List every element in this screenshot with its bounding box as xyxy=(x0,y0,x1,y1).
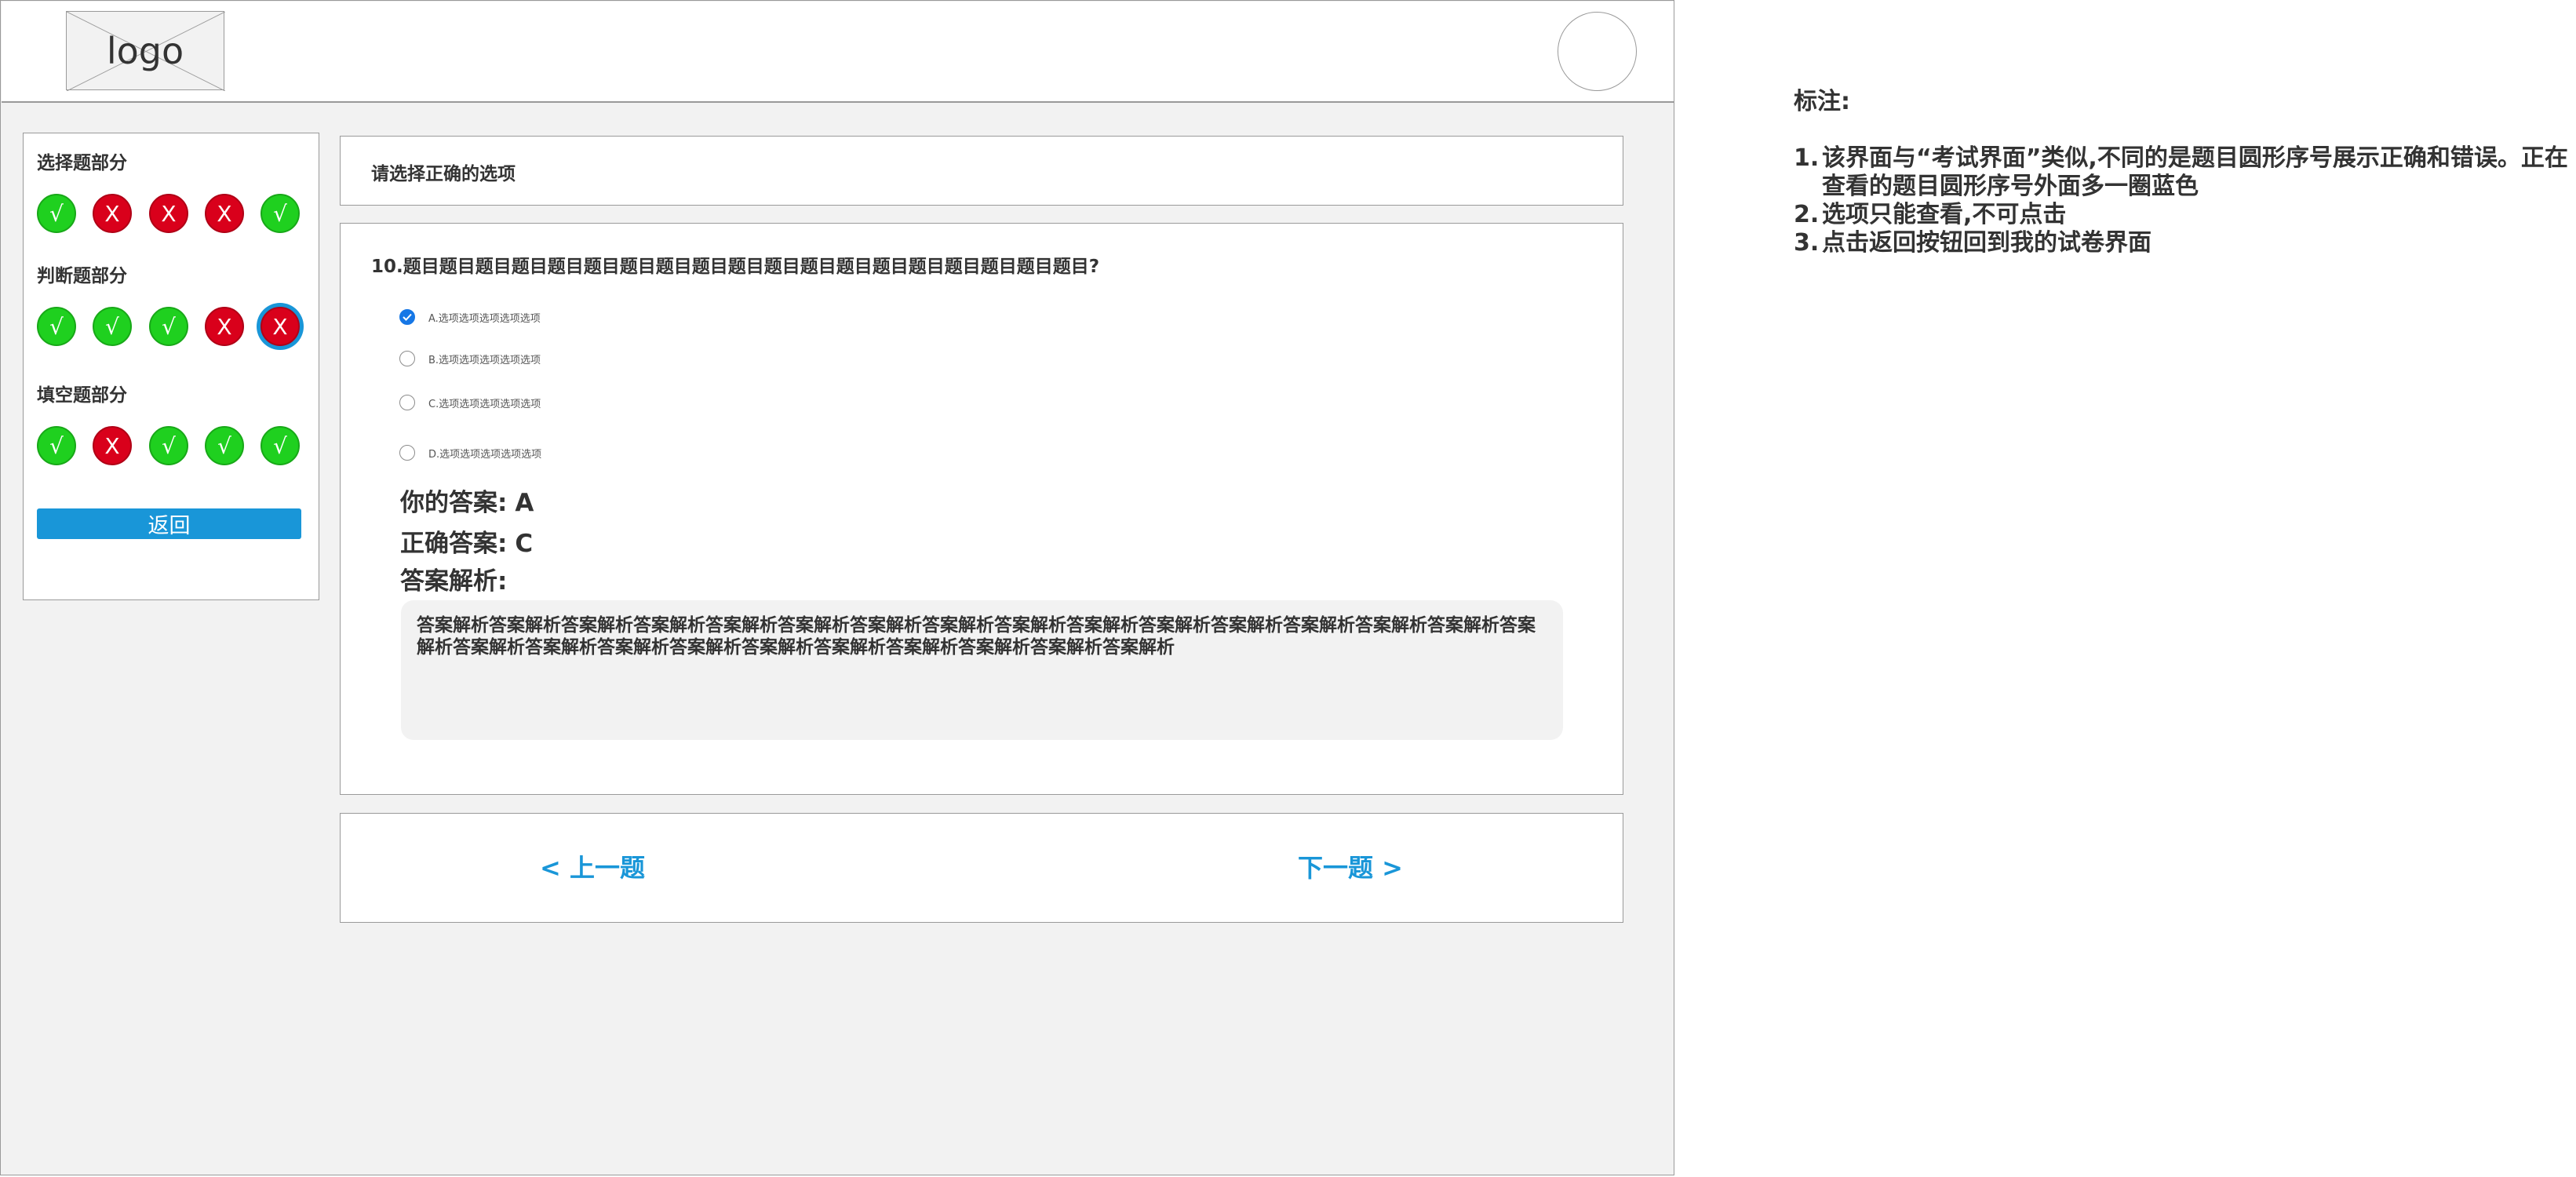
section-title-judge: 判断题部分 xyxy=(37,266,127,286)
note-number: 1. xyxy=(1794,144,1820,172)
question-circle[interactable]: √ xyxy=(37,426,76,465)
analysis-box: 答案解析答案解析答案解析答案解析答案解析答案解析答案解析答案解析答案解析答案解析… xyxy=(401,600,1563,740)
note-number: 3. xyxy=(1794,229,1820,257)
option-label: C.选项选项选项选项选项 xyxy=(428,398,541,410)
your-answer-value: A xyxy=(515,489,534,517)
question-circle[interactable]: X xyxy=(93,426,132,465)
correct-answer-row: 正确答案: C xyxy=(400,523,533,559)
next-question-button[interactable]: 下一题 > xyxy=(1298,848,1403,884)
question-circle[interactable]: √ xyxy=(149,307,188,346)
note-item: 2. 选项只能查看,不可点击 xyxy=(1794,201,2571,229)
notes-title: 标注: xyxy=(1794,88,1850,115)
note-text: 该界面与“考试界面”类似,不同的是题目圆形序号展示正确和错误。正在查看的题目圆形… xyxy=(1822,144,2568,200)
radio-button xyxy=(399,445,415,461)
note-item: 1. 该界面与“考试界面”类似,不同的是题目圆形序号展示正确和错误。正在查看的题目… xyxy=(1794,144,2571,201)
option-label: B.选项选项选项选项选项 xyxy=(428,354,541,366)
question-circle[interactable]: X xyxy=(205,194,244,233)
navigation-panel: < 上一题 下一题 > xyxy=(340,813,1623,923)
question-circle[interactable]: X xyxy=(93,194,132,233)
question-circle[interactable]: √ xyxy=(37,194,76,233)
radio-button xyxy=(399,309,415,325)
correct-answer-label: 正确答案: xyxy=(400,530,508,558)
app-frame: logo 选择题部分 √ X X X √ 判断题部分 √ √ √ X X 填空题… xyxy=(0,0,1674,1175)
note-text: 选项只能查看,不可点击 xyxy=(1822,201,2067,228)
logo: logo xyxy=(66,11,225,91)
question-title: 10.题目题目题目题目题目题目题目题目题目题目题目题目题目题目题目题目题目题目题… xyxy=(371,257,1100,277)
avatar[interactable] xyxy=(1558,12,1637,91)
option-label: A.选项选项选项选项选项 xyxy=(428,312,541,325)
your-answer-row: 你的答案: A xyxy=(400,483,534,518)
option-b: B.选项选项选项选项选项 xyxy=(399,348,541,369)
radio-button xyxy=(399,351,415,366)
check-icon xyxy=(403,313,412,321)
correct-answer-value: C xyxy=(515,530,534,558)
header-bar: logo xyxy=(2,2,1674,103)
question-circle[interactable]: √ xyxy=(261,426,300,465)
question-circle[interactable]: √ xyxy=(261,194,300,233)
section-title-choice: 选择题部分 xyxy=(37,153,127,173)
notes-list: 1. 该界面与“考试界面”类似,不同的是题目圆形序号展示正确和错误。正在查看的题目… xyxy=(1794,144,2571,257)
annotation-notes: 标注: 1. 该界面与“考试界面”类似,不同的是题目圆形序号展示正确和错误。正在查… xyxy=(1794,82,2571,257)
your-answer-label: 你的答案: xyxy=(400,489,508,517)
section-title-fill: 填空题部分 xyxy=(37,385,127,406)
logo-text: logo xyxy=(106,29,184,72)
instruction-panel: 请选择正确的选项 xyxy=(340,136,1623,206)
question-circle-current[interactable]: X xyxy=(261,307,300,346)
note-item: 3. 点击返回按钮回到我的试卷界面 xyxy=(1794,229,2571,257)
option-a: A.选项选项选项选项选项 xyxy=(399,307,541,327)
question-panel: 10.题目题目题目题目题目题目题目题目题目题目题目题目题目题目题目题目题目题目题… xyxy=(340,223,1623,795)
note-text: 点击返回按钮回到我的试卷界面 xyxy=(1822,229,2152,257)
prev-question-button[interactable]: < 上一题 xyxy=(540,848,645,884)
question-circle[interactable]: √ xyxy=(149,426,188,465)
option-label: D.选项选项选项选项选项 xyxy=(428,448,542,461)
note-number: 2. xyxy=(1794,201,1820,228)
option-d: D.选项选项选项选项选项 xyxy=(399,443,541,463)
back-button[interactable]: 返回 xyxy=(37,508,301,539)
question-circle[interactable]: √ xyxy=(93,307,132,346)
question-index-sidebar: 选择题部分 √ X X X √ 判断题部分 √ √ √ X X 填空题部分 √ … xyxy=(23,133,319,600)
question-circle[interactable]: √ xyxy=(205,426,244,465)
question-circle[interactable]: X xyxy=(205,307,244,346)
option-c: C.选项选项选项选项选项 xyxy=(399,392,541,413)
instruction-text: 请选择正确的选项 xyxy=(371,164,516,184)
radio-button xyxy=(399,395,415,410)
question-circle[interactable]: X xyxy=(149,194,188,233)
question-circle[interactable]: √ xyxy=(37,307,76,346)
analysis-text: 答案解析答案解析答案解析答案解析答案解析答案解析答案解析答案解析答案解析答案解析… xyxy=(417,615,1536,658)
analysis-label: 答案解析: xyxy=(400,567,508,596)
